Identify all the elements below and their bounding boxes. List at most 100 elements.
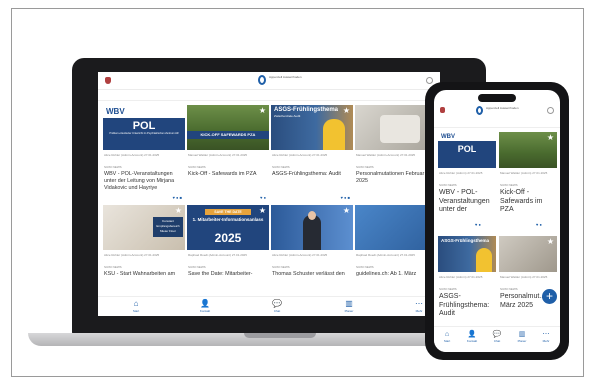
tab-kontakt[interactable]: 👤 Kontakt (190, 299, 220, 313)
favorite-star-icon[interactable]: ★ (259, 207, 266, 215)
nav-tab[interactable]: KOMMUNIKATION (353, 98, 380, 100)
nav-tab[interactable]: GESUNDHEIT (329, 98, 350, 100)
phone-screen: Appenzell Ausserrhoden UNTERSTÜTZUNG SUWI… (434, 90, 560, 352)
user-icon[interactable] (547, 107, 554, 114)
card-title[interactable]: Personalmutationen Februar 2025 (356, 171, 436, 185)
nav-tab[interactable]: MITARBEITER (227, 98, 248, 100)
card-title[interactable]: KSU - Start Wahnarbeiten am (104, 271, 184, 278)
tab-chat[interactable]: 💬 Chat (486, 330, 508, 343)
card-category: SUWI NEWS (104, 265, 122, 269)
logo-icon[interactable] (258, 75, 266, 85)
nav-tab[interactable]: UNTERSTÜTZUNG (131, 98, 159, 100)
card-title[interactable]: ASGS-Frühlingsthema: Audit (439, 293, 495, 319)
nav-tab[interactable]: INFORMATION ZENTRAL (493, 125, 528, 127)
tab-mehr[interactable]: ⋯ Mehr (535, 330, 557, 343)
favorite-star-icon[interactable]: ★ (175, 107, 182, 115)
favorite-star-icon[interactable]: ★ (343, 107, 350, 115)
tab-label: Chat (273, 309, 281, 313)
favorite-star-icon[interactable]: ★ (175, 207, 182, 215)
nav-tab[interactable]: UNTERSTÜTZUNG (439, 125, 466, 127)
card-category: SUWI NEWS (500, 287, 518, 291)
nav-tab[interactable]: VERANSTALTUNGEN (253, 98, 285, 100)
favorite-star-icon[interactable]: ★ (343, 207, 350, 215)
nav-tab[interactable]: SUWI NEWS (471, 126, 489, 127)
event-title: 1. Mitarbeiter-Informationsanlass (192, 217, 264, 222)
card-title[interactable]: Kick-Off - Safewards im PZA (188, 171, 268, 178)
card-category: SUWI NEWS (356, 165, 374, 169)
card-reactions-icon[interactable]: ♥ ● (260, 195, 266, 200)
handshake-photo (380, 115, 420, 143)
card-title[interactable]: WBV - POL-Veranstaltungen unter der (439, 189, 495, 215)
card-title[interactable]: Save the Date: Mitarbeiter- (188, 271, 268, 278)
kickoff-banner: KICK-OFF SAFEWARDS PZA (187, 131, 269, 139)
news-card[interactable]: ASGS-Frühlingsthema Zwischenziele Audit … (271, 105, 353, 203)
favorite-star-icon[interactable]: ★ (547, 238, 554, 246)
logo-text: Appenzell Ausserrhoden (269, 75, 302, 79)
nav-tab[interactable]: QUALITÄT (309, 98, 324, 100)
card-category: SUWI NEWS (439, 183, 457, 187)
ksu-sign: Konstant Empfangsbereich Mieter Floor (153, 217, 183, 237)
add-button[interactable]: + (542, 289, 557, 304)
card-reactions-icon[interactable]: ♥ ● (536, 222, 542, 227)
crest-icon (105, 77, 111, 84)
favorite-star-icon[interactable]: ★ (547, 134, 554, 142)
card-title[interactable]: ASGS-Frühlingsthema: Audit (272, 171, 352, 178)
nav-tab[interactable]: PERSONAL (288, 98, 305, 100)
tab-planer[interactable]: ▥ Planer (511, 330, 533, 343)
card-author: Alice Rohler (Admin-Account) 27.01.2025 (104, 153, 160, 157)
tab-chat[interactable]: 💬 Chat (262, 299, 292, 313)
pol-title: POL (457, 144, 477, 154)
card-author: Raphael Roedi (Admin-Account) 27.01.2025 (356, 253, 415, 257)
planner-icon: ▥ (518, 331, 526, 338)
tab-kontakt[interactable]: 👤 Kontakt (461, 330, 483, 343)
card-author: Alice Rohler (Admin) 27.01.2025 (439, 275, 483, 279)
nav-tab[interactable]: FORTBILDUNG (201, 98, 224, 100)
planner-icon: ▥ (345, 299, 353, 308)
card-author: Alice Rohler (Admin-Account) 27.01.2025 (104, 253, 160, 257)
news-card[interactable]: KICK-OFF SAFEWARDS PZA ★ Manuel Walder (… (187, 105, 269, 203)
logo-icon[interactable] (476, 106, 483, 115)
app-header: Appenzell Ausserrhoden (434, 104, 560, 118)
laptop-notch (244, 333, 316, 338)
card-category: SUWI NEWS (188, 165, 206, 169)
tab-label: Kontakt (199, 309, 211, 313)
nav-tab[interactable]: NEWS (188, 99, 197, 100)
card-title[interactable]: guidelines.ch: Ab 1. März (356, 271, 436, 278)
more-icon: ⋯ (542, 331, 550, 338)
speaker-face (308, 211, 316, 220)
card-author: Manuel Walder (Admin) 27.01.2025 (500, 275, 548, 279)
nav-tab[interactable]: THEMEN (114, 98, 127, 100)
bottom-tab-bar: ⌂ Start 👤 Kontakt 💬 Chat ▥ Planer ⋯ Mehr (434, 326, 560, 352)
card-image: ASGS-Frühlingsthema Zwischenziele Audit … (271, 105, 353, 150)
tab-planer[interactable]: ▥ Planer (334, 299, 364, 313)
nav-tab[interactable]: ALLE (102, 98, 110, 100)
card-author: Alice Rohler (Admin) 27.01.2025 (439, 171, 483, 175)
card-title[interactable]: WBV - POL-Veranstaltungen unter der Leit… (104, 171, 184, 192)
person-icon: 👤 (200, 299, 210, 308)
tab-label: Start (443, 339, 451, 343)
chat-icon: 💬 (492, 331, 502, 338)
news-card[interactable]: WBV POL Problem-orientierter Unterricht … (103, 105, 185, 203)
favorite-star-icon[interactable]: ★ (259, 107, 266, 115)
news-card[interactable]: SAVE THE DATE 1. Mitarbeiter-Information… (187, 205, 269, 303)
card-reactions-icon[interactable]: ♥ ● (475, 222, 481, 227)
card-title[interactable]: Kick-Off - Safewards im PZA (500, 189, 556, 215)
tab-label: Mehr (415, 309, 423, 313)
news-card[interactable]: ★ Manuel Walder (Admin) 27.01.2025 SUWI … (499, 132, 557, 242)
tab-start[interactable]: ⌂ Start (121, 299, 151, 313)
favorite-star-icon[interactable]: ★ (486, 134, 493, 142)
category-nav: UNTERSTÜTZUNG SUWI NEWS INFORMATION ZENTRA… (434, 118, 560, 128)
news-card[interactable]: ★ Alice Rohler (Admin-Account) 27.01.202… (271, 205, 353, 303)
user-icon[interactable] (426, 77, 433, 84)
tab-start[interactable]: ⌂ Start (436, 330, 458, 343)
nav-tab[interactable]: AUSBILDUNG (163, 98, 184, 100)
card-title[interactable]: Thomas Schuster verlässt den (272, 271, 352, 278)
card-image: KICK-OFF SAFEWARDS PZA ★ (187, 105, 269, 150)
pol-subtitle: Problem-orientierter Unterricht im Psych… (109, 132, 179, 135)
card-reactions-icon[interactable]: ♥ ● ■ (341, 195, 350, 200)
news-card[interactable]: Konstant Empfangsbereich Mieter Floor ★ … (103, 205, 185, 303)
card-author: Manuel Walder (Admin-Account) 27.01.2025 (356, 153, 416, 157)
card-category: SUWI NEWS (272, 265, 290, 269)
card-reactions-icon[interactable]: ♥ ● ■ (173, 195, 182, 200)
news-card[interactable]: WBV POL ★ Alice Rohler (Admin) 27.01.202… (438, 132, 496, 242)
